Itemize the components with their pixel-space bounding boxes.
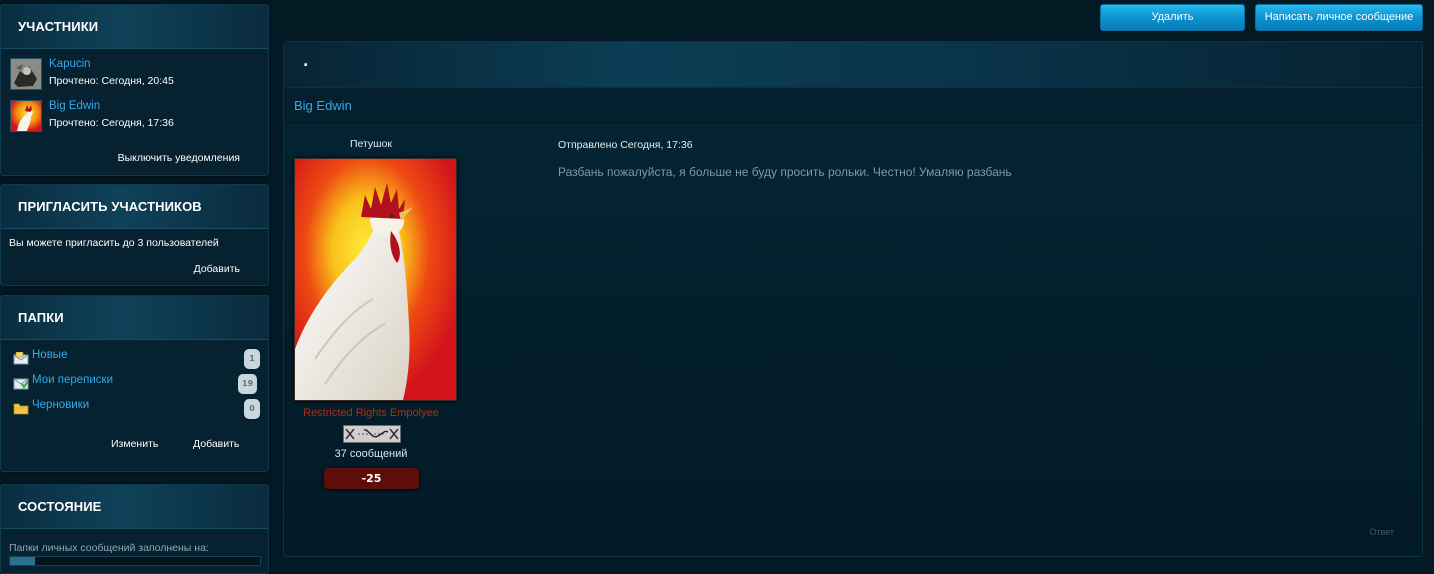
reputation-badge: -25 xyxy=(324,468,419,489)
invite-heading: Пригласить участников xyxy=(1,185,268,229)
delete-button[interactable]: Удалить xyxy=(1100,4,1245,31)
folder-count-badge: 1 xyxy=(244,349,260,369)
folders-add-link[interactable]: Добавить xyxy=(193,438,239,450)
sent-date: Отправлено Сегодня, 17:36 xyxy=(558,139,693,151)
group-icon xyxy=(343,425,401,443)
author-avatar[interactable] xyxy=(294,158,457,401)
folder-new[interactable]: Новые xyxy=(13,348,263,366)
folder-conversations[interactable]: Мои переписки xyxy=(13,373,263,391)
avatar[interactable] xyxy=(10,100,42,132)
invite-panel: Пригласить участников Вы можете пригласи… xyxy=(0,184,269,286)
folders-edit-link[interactable]: Изменить xyxy=(111,438,158,450)
folder-drafts[interactable]: Черновики xyxy=(13,398,263,416)
reply-link[interactable]: Ответ xyxy=(1369,527,1394,537)
state-panel: Состояние Папки личных сообщений заполне… xyxy=(0,484,269,574)
folder-label[interactable]: Мои переписки xyxy=(32,374,113,386)
new-messages-icon xyxy=(13,350,29,365)
invite-add-link[interactable]: Добавить xyxy=(194,263,240,275)
storage-usage-fill xyxy=(10,557,35,565)
conversation-panel: . Big Edwin Петушок Restricted Rights Em… xyxy=(283,41,1423,557)
participants-heading: Участники xyxy=(1,5,268,49)
avatar[interactable] xyxy=(10,58,42,90)
participants-panel: Участники Kapucin Прочтено: Сегодня, 20:… xyxy=(0,4,269,176)
conversations-icon xyxy=(13,375,29,390)
author-title: Петушок xyxy=(349,138,393,150)
message-text: Разбань пожалуйста, я больше не буду про… xyxy=(558,165,1012,179)
disable-notifications-link[interactable]: Выключить уведомления xyxy=(118,152,240,164)
compose-message-button[interactable]: Написать личное сообщение xyxy=(1255,4,1423,31)
folder-count-badge: 0 xyxy=(244,399,260,419)
state-heading: Состояние xyxy=(1,485,268,529)
drafts-folder-icon xyxy=(13,400,29,415)
folders-panel: Папки Новые 1 Мои переписки 19 xyxy=(0,295,269,472)
conversation-title: . xyxy=(303,54,309,70)
member-name[interactable]: Kapucin xyxy=(49,58,91,70)
folder-label[interactable]: Черновики xyxy=(32,399,89,411)
folders-heading: Папки xyxy=(1,296,268,340)
member-name[interactable]: Big Edwin xyxy=(49,100,100,112)
message-post: Петушок Restricted Rights Empolyee 37 со… xyxy=(284,127,1422,556)
subject-bar: Big Edwin xyxy=(284,87,1422,126)
subject-title: Big Edwin xyxy=(294,98,352,113)
invite-limit-text: Вы можете пригласить до 3 пользователей xyxy=(9,237,219,249)
storage-usage-bar xyxy=(9,556,261,566)
folder-label[interactable]: Новые xyxy=(32,349,67,361)
member-read-status: Прочтено: Сегодня, 17:36 xyxy=(49,117,174,129)
author-post-count: 37 сообщений xyxy=(334,448,408,460)
folder-count-badge: 19 xyxy=(238,374,258,394)
author-group: Restricted Rights Empolyee xyxy=(303,407,439,419)
storage-usage-text: Папки личных сообщений заполнены на: xyxy=(9,542,209,554)
member-read-status: Прочтено: Сегодня, 20:45 xyxy=(49,75,174,87)
conversation-header: . xyxy=(284,42,1422,87)
